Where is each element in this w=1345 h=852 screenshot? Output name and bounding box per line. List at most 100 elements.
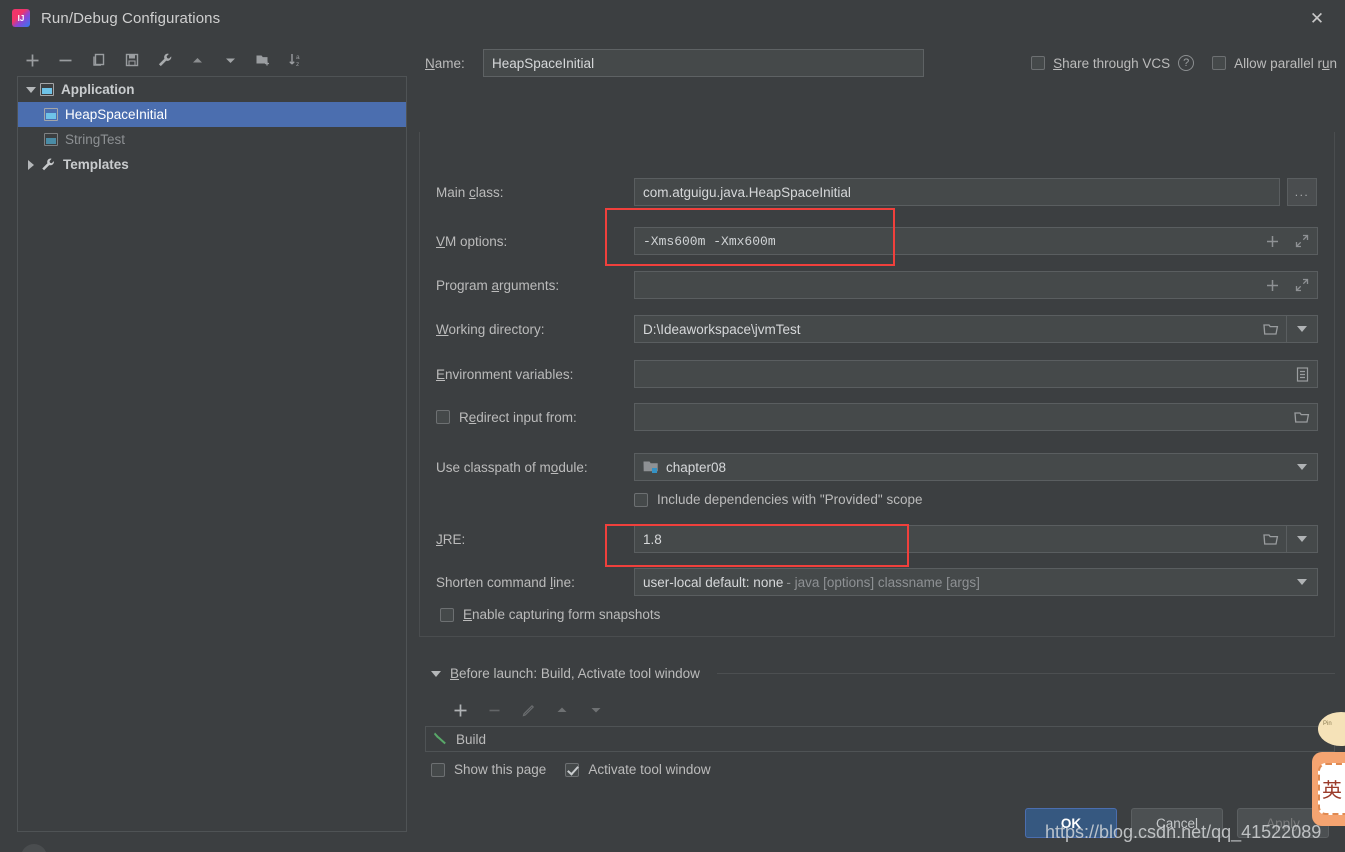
shorten-command-line-row: Shorten command line: user-local default… bbox=[436, 568, 1320, 596]
ime-mode-widget[interactable]: 英 bbox=[1312, 752, 1345, 826]
tree-node-heapspaceinitial[interactable]: HeapSpaceInitial bbox=[18, 102, 406, 127]
wrench-icon[interactable] bbox=[148, 45, 181, 75]
configuration-form: Main class: com.atguigu.java.HeapSpaceIn… bbox=[419, 132, 1335, 637]
jre-value: 1.8 bbox=[643, 531, 662, 547]
triangle-down-icon[interactable] bbox=[431, 670, 441, 677]
run-debug-configurations-dialog: Run/Debug Configurations ✕ bbox=[0, 0, 1345, 852]
arrow-up-icon[interactable] bbox=[181, 45, 214, 75]
share-through-vcs-label: Share through VCS bbox=[1053, 55, 1171, 71]
program-arguments-row: Program arguments: bbox=[436, 271, 1320, 299]
tree-node-stringtest[interactable]: StringTest bbox=[18, 127, 406, 152]
shorten-command-line-field[interactable]: user-local default: none - java [options… bbox=[634, 568, 1318, 596]
close-icon[interactable]: ✕ bbox=[1303, 5, 1331, 31]
activate-tool-window-checkbox[interactable] bbox=[565, 762, 580, 777]
tree-node-label: StringTest bbox=[65, 132, 126, 147]
folder-icon[interactable] bbox=[1287, 404, 1317, 430]
chevron-down-icon[interactable] bbox=[1287, 316, 1317, 342]
tree-node-application[interactable]: Application bbox=[18, 77, 406, 102]
allow-parallel-run-checkbox[interactable] bbox=[1212, 56, 1227, 70]
sort-az-icon[interactable]: az bbox=[280, 45, 313, 75]
move-task-up-button bbox=[545, 696, 579, 724]
main-class-value: com.atguigu.java.HeapSpaceInitial bbox=[643, 184, 851, 200]
plus-icon[interactable] bbox=[1257, 228, 1287, 254]
dialog-title: Run/Debug Configurations bbox=[41, 9, 221, 27]
main-class-field[interactable]: com.atguigu.java.HeapSpaceInitial bbox=[634, 178, 1280, 206]
chevron-down-icon[interactable] bbox=[1287, 569, 1317, 595]
form-snapshots-label: Enable capturing form snapshots bbox=[463, 607, 661, 622]
intellij-idea-icon bbox=[12, 9, 30, 27]
plus-icon[interactable] bbox=[1257, 272, 1287, 298]
divider bbox=[716, 673, 1335, 674]
arrow-down-icon[interactable] bbox=[214, 45, 247, 75]
jre-label: JRE: bbox=[436, 531, 466, 547]
name-label: Name: bbox=[425, 55, 465, 71]
include-provided-checkbox[interactable] bbox=[634, 492, 648, 507]
remove-task-button bbox=[477, 696, 511, 724]
classpath-module-row: Use classpath of module: chapter08 bbox=[436, 453, 1320, 481]
name-input[interactable] bbox=[483, 49, 924, 77]
show-this-page-label: Show this page bbox=[454, 762, 547, 777]
expand-icon[interactable] bbox=[1287, 228, 1317, 254]
configurations-tree[interactable]: Application HeapSpaceInitial StringTest … bbox=[17, 76, 407, 832]
help-button[interactable]: ? bbox=[21, 844, 47, 852]
before-launch-header: Before launch: Build, Activate tool wind… bbox=[431, 666, 1335, 681]
folder-add-icon[interactable] bbox=[247, 45, 280, 75]
shorten-command-line-hint: - java [options] classname [args] bbox=[786, 574, 980, 590]
vm-options-row: VM options: -Xms600m -Xmx600m bbox=[436, 227, 1320, 255]
application-icon bbox=[44, 108, 58, 121]
redirect-input-checkbox[interactable] bbox=[436, 410, 450, 424]
before-launch-task-list[interactable]: Build bbox=[425, 726, 1335, 752]
save-configuration-button[interactable] bbox=[115, 45, 148, 75]
ime-mode-label: 英 bbox=[1322, 778, 1342, 802]
ime-bubble-label: Pin bbox=[1323, 721, 1332, 727]
svg-text:a: a bbox=[296, 54, 300, 61]
environment-variables-row: Environment variables: bbox=[436, 360, 1320, 388]
add-configuration-button[interactable] bbox=[16, 45, 49, 75]
before-launch-title: Before launch: Build, Activate tool wind… bbox=[450, 666, 700, 681]
main-class-browse-button[interactable]: ... bbox=[1287, 178, 1317, 206]
triangle-right-icon[interactable] bbox=[22, 159, 40, 170]
working-directory-row: Working directory: D:\Ideaworkspace\jvmT… bbox=[436, 315, 1320, 343]
hammer-icon bbox=[433, 730, 448, 748]
redirect-input-field[interactable] bbox=[634, 403, 1318, 431]
share-through-vcs-checkbox[interactable] bbox=[1031, 56, 1046, 70]
chevron-down-icon[interactable] bbox=[1287, 454, 1317, 480]
jre-field[interactable]: 1.8 bbox=[634, 525, 1318, 553]
tree-node-templates[interactable]: Templates bbox=[18, 152, 406, 177]
before-launch-toolbar bbox=[443, 696, 613, 724]
add-task-button[interactable] bbox=[443, 696, 477, 724]
copy-configuration-button[interactable] bbox=[82, 45, 115, 75]
watermark: https://blog.csdn.net/qq_41522089 bbox=[1045, 822, 1322, 842]
expand-icon[interactable] bbox=[1287, 272, 1317, 298]
configuration-editor: Name: Share through VCS ? Allow parallel… bbox=[417, 36, 1345, 852]
help-icon[interactable]: ? bbox=[1178, 55, 1195, 71]
form-snapshots-row[interactable]: Enable capturing form snapshots bbox=[440, 607, 660, 622]
vcs-options: Share through VCS ? Allow parallel run bbox=[1031, 46, 1337, 80]
remove-configuration-button[interactable] bbox=[49, 45, 82, 75]
tree-node-label: Templates bbox=[63, 157, 129, 172]
wrench-icon bbox=[40, 157, 56, 172]
module-icon bbox=[643, 460, 660, 474]
configurations-panel: az Application HeapSpaceInitial StringTe… bbox=[0, 36, 417, 852]
include-provided-row[interactable]: Include dependencies with "Provided" sco… bbox=[634, 492, 923, 507]
environment-variables-label: Environment variables: bbox=[436, 366, 574, 382]
form-snapshots-checkbox[interactable] bbox=[440, 607, 454, 622]
classpath-module-field[interactable]: chapter08 bbox=[634, 453, 1318, 481]
folder-icon[interactable] bbox=[1256, 526, 1286, 552]
edit-task-button bbox=[511, 696, 545, 724]
task-label: Build bbox=[456, 731, 487, 747]
chevron-down-icon[interactable] bbox=[1287, 526, 1317, 552]
show-this-page-checkbox[interactable] bbox=[431, 762, 445, 777]
classpath-module-value: chapter08 bbox=[666, 459, 727, 475]
working-directory-field[interactable]: D:\Ideaworkspace\jvmTest bbox=[634, 315, 1318, 343]
list-icon[interactable] bbox=[1287, 361, 1317, 387]
main-class-label: Main class: bbox=[436, 184, 504, 200]
environment-variables-field[interactable] bbox=[634, 360, 1318, 388]
vm-options-field[interactable]: -Xms600m -Xmx600m bbox=[634, 227, 1318, 255]
folder-icon[interactable] bbox=[1256, 316, 1286, 342]
triangle-down-icon[interactable] bbox=[22, 86, 40, 93]
program-arguments-field[interactable] bbox=[634, 271, 1318, 299]
redirect-input-row: Redirect input from: bbox=[436, 403, 1320, 431]
working-directory-label: Working directory: bbox=[436, 321, 545, 337]
before-launch-options: Show this page Activate tool window bbox=[431, 762, 711, 777]
